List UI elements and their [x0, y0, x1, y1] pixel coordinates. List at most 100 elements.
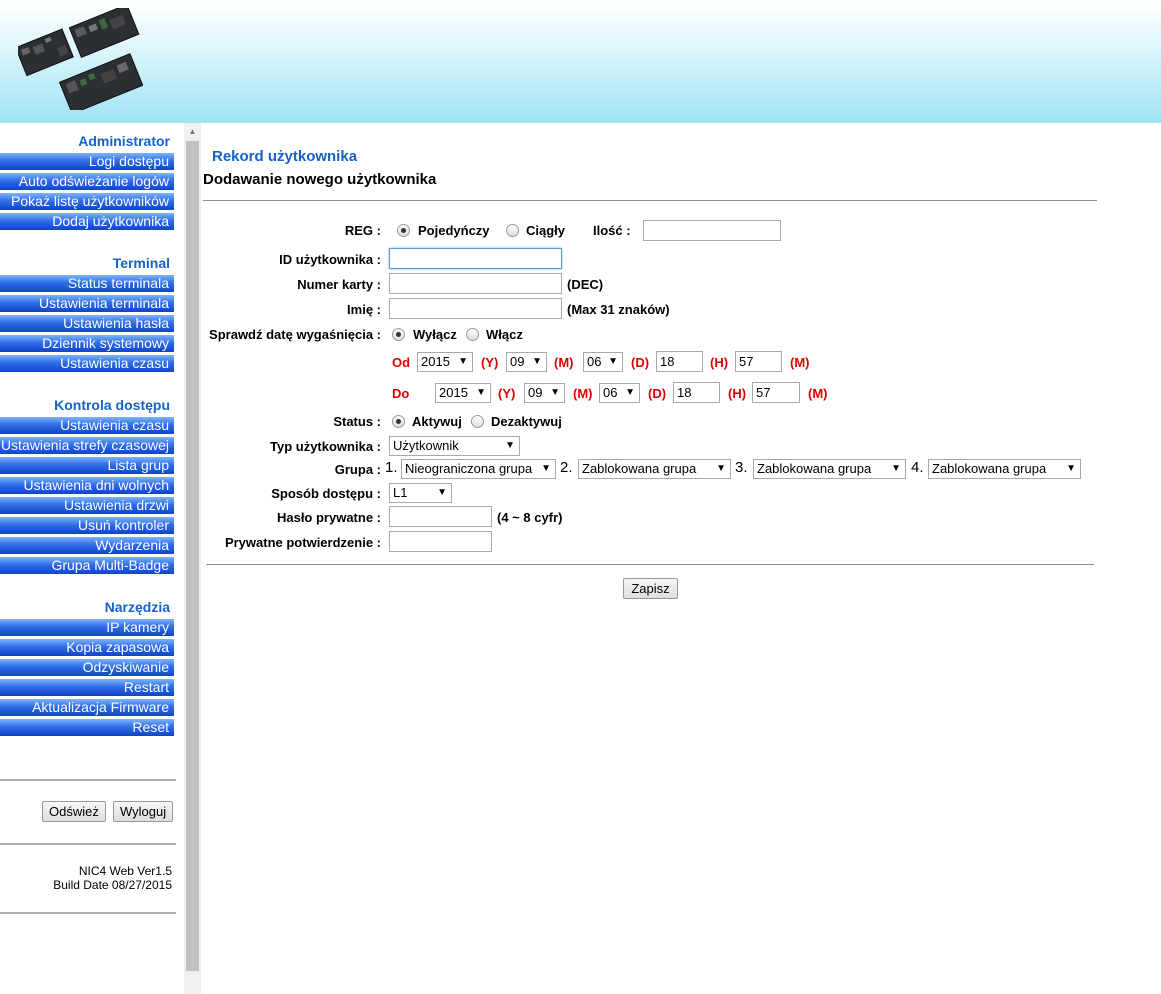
sidebar-item-timezone-settings[interactable]: Ustawienia strefy czasowej: [0, 437, 174, 454]
user-id-input[interactable]: [389, 248, 562, 269]
reg-continuous-radio[interactable]: [506, 224, 519, 237]
group-1-number: 1.: [385, 459, 398, 476]
private-confirm-input[interactable]: [389, 531, 492, 552]
reg-single-radio[interactable]: [397, 224, 410, 237]
sidebar-item-remove-controller[interactable]: Usuń kontroler: [0, 517, 174, 534]
sidebar-item-multi-badge-group[interactable]: Grupa Multi-Badge: [0, 557, 174, 574]
private-confirm-label: Prywatne potwierdzenie :: [224, 535, 381, 550]
from-hour-input[interactable]: [656, 351, 703, 372]
sidebar-section-title-terminal: Terminal: [112, 255, 170, 271]
status-label: Status :: [333, 414, 381, 429]
header-banner: [0, 0, 1161, 123]
sidebar-item-restore[interactable]: Odzyskiwanie: [0, 659, 174, 676]
from-minute-input[interactable]: [735, 351, 782, 372]
to-month-value: 09: [528, 385, 543, 400]
sidebar-item-system-log[interactable]: Dziennik systemowy: [0, 335, 174, 352]
sidebar-item-events[interactable]: Wydarzenia: [0, 537, 174, 554]
status-deactivate-label: Dezaktywuj: [491, 414, 562, 429]
group-2-select[interactable]: Zablokowana grupa ▼: [578, 459, 731, 479]
group-2-number: 2.: [560, 459, 573, 476]
sidebar-item-time-settings[interactable]: Ustawienia czasu: [0, 355, 174, 372]
group-2-value: Zablokowana grupa: [582, 461, 697, 476]
sidebar-item-ip-camera[interactable]: IP kamery: [0, 619, 174, 636]
card-number-input[interactable]: [389, 273, 562, 294]
group-label: Grupa :: [334, 462, 381, 477]
user-type-value: Użytkownik: [393, 438, 459, 453]
to-day-select[interactable]: 06 ▼: [599, 383, 640, 403]
expiry-on-radio[interactable]: [466, 328, 479, 341]
from-month-value: 09: [510, 354, 525, 369]
from-year-value: 2015: [421, 354, 450, 369]
status-deactivate-radio[interactable]: [471, 415, 484, 428]
group-1-select[interactable]: Nieograniczona grupa ▼: [401, 459, 556, 479]
from-day-value: 06: [587, 354, 602, 369]
to-day-value: 06: [603, 385, 618, 400]
sidebar-item-reset[interactable]: Reset: [0, 719, 174, 736]
sidebar-divider: [0, 843, 176, 845]
sidebar-section-title-access-control: Kontrola dostępu: [54, 397, 170, 413]
sidebar-item-backup[interactable]: Kopia zapasowa: [0, 639, 174, 656]
from-minute-unit: (M): [790, 355, 810, 370]
name-input[interactable]: [389, 298, 562, 319]
to-year-select[interactable]: 2015 ▼: [435, 383, 491, 403]
scroll-up-arrow-icon[interactable]: ▲: [184, 123, 201, 140]
sidebar-item-show-user-list[interactable]: Pokaż listę użytkowników: [0, 193, 174, 210]
sidebar-item-access-logs[interactable]: Logi dostępu: [0, 153, 174, 170]
to-minute-input[interactable]: [752, 382, 800, 403]
chevron-down-icon: ▼: [608, 356, 618, 367]
refresh-button[interactable]: Odśwież: [42, 801, 106, 822]
save-button[interactable]: Zapisz: [623, 578, 678, 599]
from-hour-unit: (H): [710, 355, 729, 370]
quantity-label: Ilość :: [593, 223, 631, 238]
to-month-unit: (M): [573, 386, 593, 401]
sidebar-item-add-user[interactable]: Dodaj użytkownika: [0, 213, 174, 230]
access-method-select[interactable]: L1 ▼: [389, 483, 452, 503]
access-method-value: L1: [393, 485, 408, 500]
chevron-down-icon: ▼: [532, 356, 542, 367]
to-year-unit: (Y): [498, 386, 516, 401]
group-4-value: Zablokowana grupa: [932, 461, 1047, 476]
sidebar-item-firmware-update[interactable]: Aktualizacja Firmware: [0, 699, 174, 716]
sidebar-divider: [0, 779, 176, 781]
quantity-input[interactable]: [643, 220, 781, 241]
sidebar-section-title-tools: Narzędzia: [104, 599, 170, 615]
group-3-value: Zablokowana grupa: [757, 461, 872, 476]
version-line: NIC4 Web Ver1.5: [78, 864, 172, 878]
sidebar-item-door-settings[interactable]: Ustawienia drzwi: [0, 497, 174, 514]
page-subtitle: Dodawanie nowego użytkownika: [203, 171, 437, 188]
sidebar-item-group-list[interactable]: Lista grup: [0, 457, 174, 474]
private-password-input[interactable]: [389, 506, 492, 527]
from-month-select[interactable]: 09 ▼: [506, 352, 547, 372]
sidebar-item-terminal-settings[interactable]: Ustawienia terminala: [0, 295, 174, 312]
user-id-label: ID użytkownika :: [279, 252, 381, 267]
from-day-unit: (D): [631, 355, 650, 370]
user-type-label: Typ użytkownika :: [270, 439, 381, 454]
status-activate-radio[interactable]: [392, 415, 405, 428]
to-hour-input[interactable]: [673, 382, 720, 403]
sidebar-item-access-time-settings[interactable]: Ustawienia czasu: [0, 417, 174, 434]
group-4-select[interactable]: Zablokowana grupa ▼: [928, 459, 1081, 479]
user-type-select[interactable]: Użytkownik ▼: [389, 436, 520, 456]
chevron-down-icon: ▼: [437, 487, 447, 498]
name-hint: (Max 31 znaków): [567, 302, 670, 317]
reg-continuous-label: Ciągły: [526, 223, 566, 238]
sidebar-item-restart[interactable]: Restart: [0, 679, 174, 696]
to-month-select[interactable]: 09 ▼: [524, 383, 565, 403]
to-label: Do: [392, 386, 410, 401]
vertical-scrollbar[interactable]: ▲: [184, 123, 201, 994]
sidebar-item-password-settings[interactable]: Ustawienia hasła: [0, 315, 174, 332]
status-activate-label: Aktywuj: [412, 414, 462, 429]
scrollbar-thumb[interactable]: [186, 141, 199, 971]
from-year-select[interactable]: 2015 ▼: [417, 352, 473, 372]
to-year-value: 2015: [439, 385, 468, 400]
sidebar-item-auto-refresh-logs[interactable]: Auto odświeżanie logów: [0, 173, 174, 190]
group-3-select[interactable]: Zablokowana grupa ▼: [753, 459, 906, 479]
sidebar-item-terminal-status[interactable]: Status terminala: [0, 275, 174, 292]
reg-label: REG :: [344, 223, 381, 238]
reg-single-label: Pojedyńczy: [418, 223, 490, 238]
logout-button[interactable]: Wyloguj: [113, 801, 174, 822]
from-day-select[interactable]: 06 ▼: [583, 352, 623, 372]
build-date-line: Build Date 08/27/2015: [53, 878, 172, 892]
sidebar-item-holiday-settings[interactable]: Ustawienia dni wolnych: [0, 477, 174, 494]
expiry-off-radio[interactable]: [392, 328, 405, 341]
